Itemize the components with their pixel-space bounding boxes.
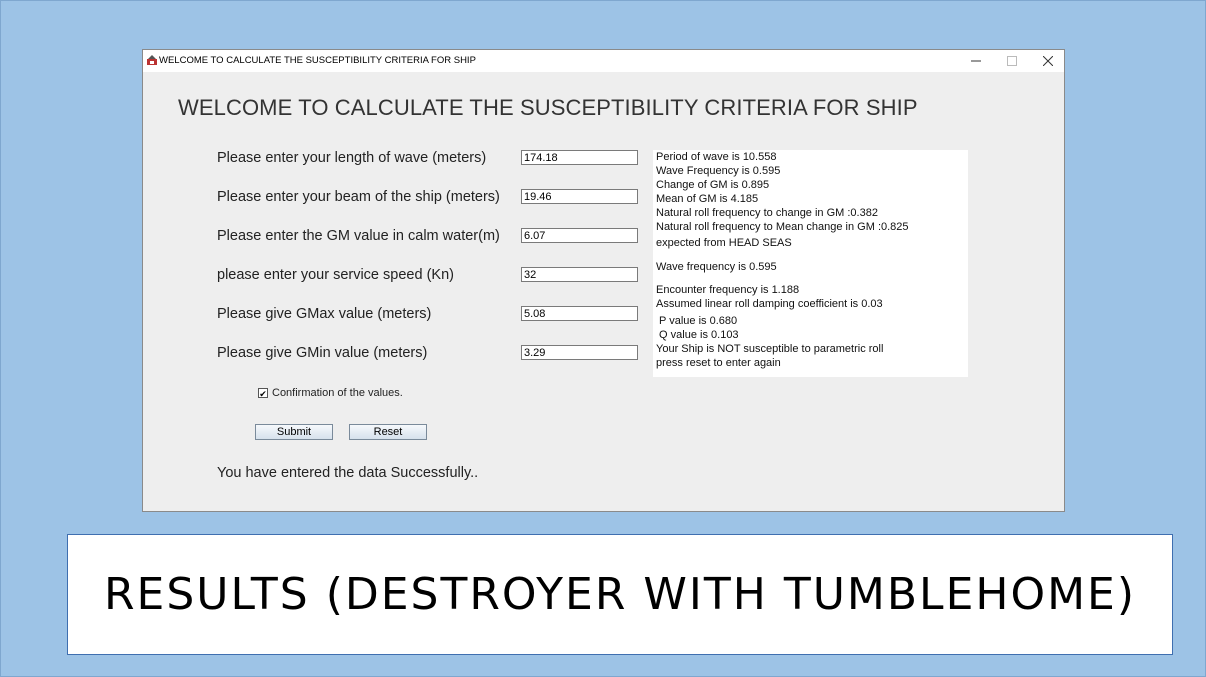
result-line: Your Ship is NOT susceptible to parametr…: [656, 343, 884, 355]
submit-button[interactable]: Submit: [255, 424, 333, 440]
result-line: Q value is 0.103: [656, 329, 739, 341]
java-app-icon: [147, 55, 157, 65]
reset-button[interactable]: Reset: [349, 424, 427, 440]
caption-text: RESULTS (DESTROYER WITH TUMBLEHOME): [103, 569, 1137, 620]
minimize-icon: [971, 60, 981, 62]
maximize-button[interactable]: [994, 50, 1030, 72]
result-line: Wave frequency is 0.595: [656, 261, 777, 273]
results-panel: Period of wave is 10.558 Wave Frequency …: [653, 150, 968, 377]
service-speed-input[interactable]: [521, 267, 638, 282]
wave-length-label: Please enter your length of wave (meters…: [217, 150, 487, 166]
result-line: P value is 0.680: [656, 315, 738, 327]
wave-length-input[interactable]: [521, 150, 638, 165]
checkmark-icon: ✔: [259, 389, 267, 399]
result-line: Period of wave is 10.558: [656, 151, 777, 163]
close-button[interactable]: [1030, 50, 1066, 72]
result-line: Natural roll frequency to change in GM :…: [656, 207, 878, 219]
confirm-row: ✔ Confirmation of the values.: [258, 387, 403, 399]
result-line: Mean of GM is 4.185: [656, 193, 759, 205]
confirm-checkbox[interactable]: ✔: [258, 388, 268, 399]
beam-label: Please enter your beam of the ship (mete…: [217, 189, 500, 205]
maximize-icon: [1007, 56, 1017, 66]
result-line: expected from HEAD SEAS: [656, 237, 792, 249]
service-speed-label: please enter your service speed (Kn): [217, 267, 454, 283]
result-line: Wave Frequency is 0.595: [656, 165, 781, 177]
gm-calm-water-label: Please enter the GM value in calm water(…: [217, 228, 500, 244]
result-line: Assumed linear roll damping coefficient …: [656, 298, 883, 310]
close-icon: [1043, 56, 1053, 66]
gmin-input[interactable]: [521, 345, 638, 360]
app-window: WELCOME TO CALCULATE THE SUSCEPTIBILITY …: [142, 49, 1065, 512]
result-line: Encounter frequency is 1.188: [656, 284, 800, 296]
result-line: Natural roll frequency to Mean change in…: [656, 221, 909, 233]
result-line: Change of GM is 0.895: [656, 179, 770, 191]
confirm-label: Confirmation of the values.: [272, 387, 403, 399]
result-line: press reset to enter again: [656, 357, 781, 369]
page-heading: WELCOME TO CALCULATE THE SUSCEPTIBILITY …: [178, 95, 918, 120]
status-message: You have entered the data Successfully..: [217, 465, 479, 481]
gm-calm-water-input[interactable]: [521, 228, 638, 243]
window-title: WELCOME TO CALCULATE THE SUSCEPTIBILITY …: [159, 55, 476, 66]
minimize-button[interactable]: [958, 50, 994, 72]
gmin-label: Please give GMin value (meters): [217, 345, 428, 361]
gmax-input[interactable]: [521, 306, 638, 321]
caption-box: RESULTS (DESTROYER WITH TUMBLEHOME): [67, 534, 1173, 655]
gmax-label: Please give GMax value (meters): [217, 306, 432, 322]
beam-input[interactable]: [521, 189, 638, 204]
title-bar: WELCOME TO CALCULATE THE SUSCEPTIBILITY …: [143, 50, 1064, 72]
